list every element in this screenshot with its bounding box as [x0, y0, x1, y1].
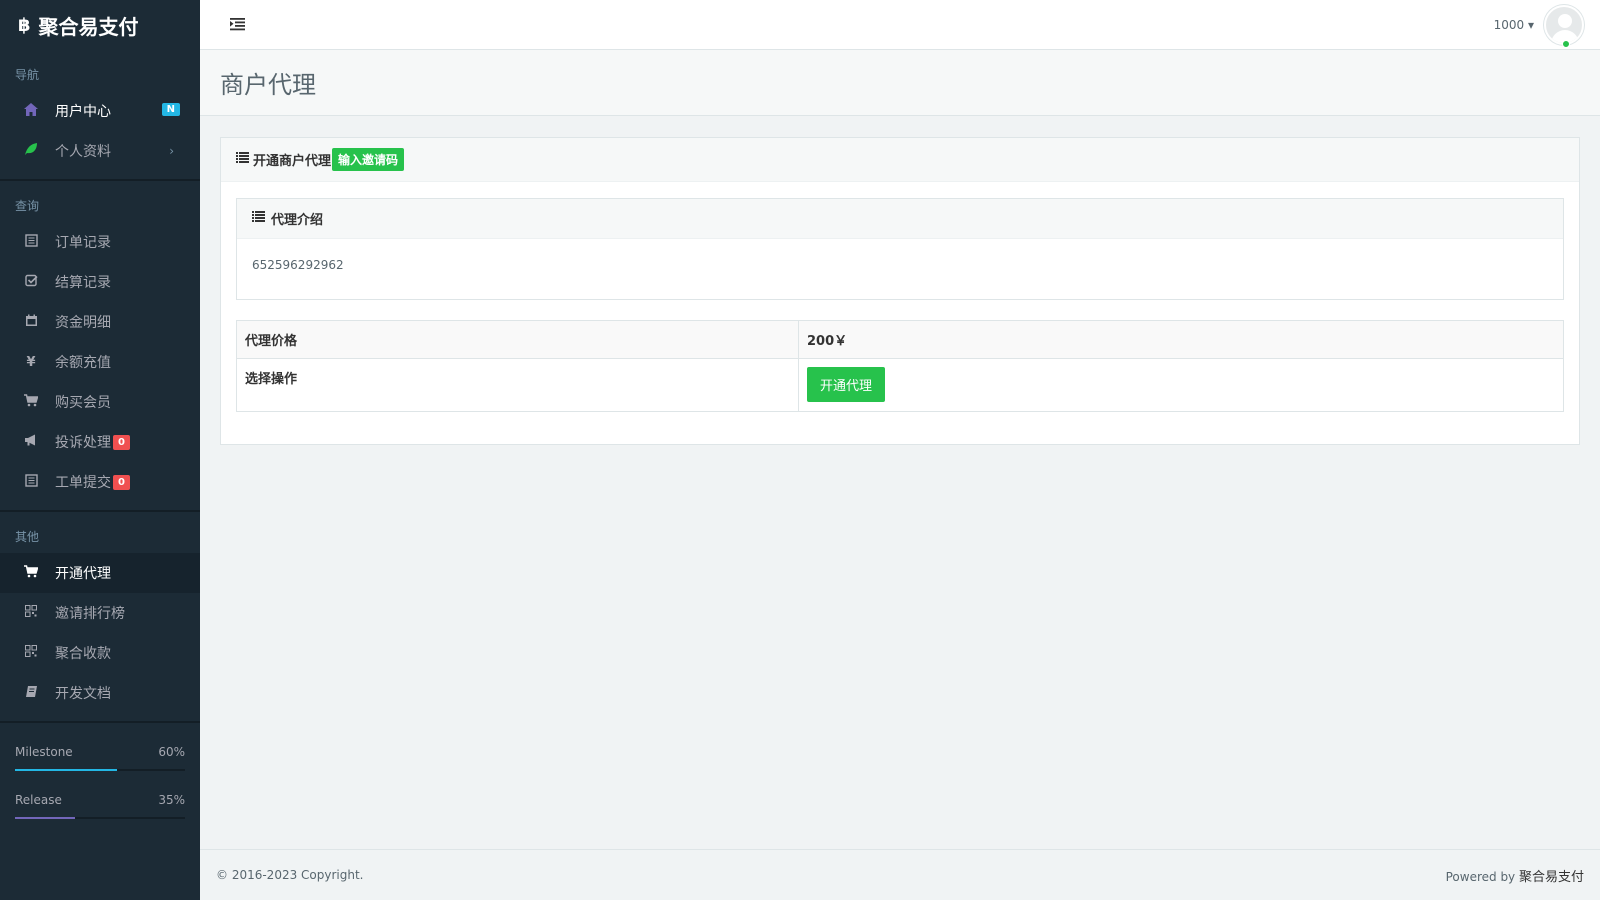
progress-release: Release 35%: [15, 793, 185, 807]
sidebar-item-agent[interactable]: 开通代理: [0, 553, 200, 593]
sidebar-item-orders[interactable]: 订单记录: [0, 222, 200, 262]
sidebar-item-label: 投诉处理: [55, 435, 111, 451]
sidebar-item-settlement[interactable]: 结算记录: [0, 262, 200, 302]
progress-milestone: Milestone 60%: [15, 745, 185, 759]
table-row: 代理价格 200￥: [236, 320, 1564, 359]
bullhorn-icon: [22, 434, 40, 450]
intro-title: 代理介绍: [271, 213, 324, 228]
agent-panel: 开通商户代理 输入邀请码 代理介绍 652596292962 代理价格 200￥…: [220, 137, 1580, 445]
cart-icon: [22, 564, 40, 582]
sidebar: ฿ 聚合易支付 导航 用户中心 N 个人资料 › 查询 订单记录 结算记录 资金…: [0, 0, 200, 900]
progress-label: Milestone: [15, 745, 73, 759]
sidebar-item-label: 用户中心: [55, 104, 111, 120]
progress-label: Release: [15, 793, 62, 807]
progress-percent: 35%: [158, 793, 185, 807]
menu-toggle-icon[interactable]: [230, 16, 246, 35]
yen-icon: ¥: [26, 354, 36, 370]
progress-fill: [15, 817, 75, 819]
nav-section-header: 其他: [15, 530, 40, 544]
list-icon: [252, 211, 265, 226]
qrcode-icon: [22, 645, 40, 661]
user-name-text: 1000: [1493, 18, 1525, 32]
invite-code-button[interactable]: 输入邀请码: [332, 148, 405, 171]
intro-heading: 代理介绍: [237, 199, 1563, 239]
count-badge: 0: [113, 434, 130, 450]
user-menu[interactable]: 1000 ▾: [1494, 5, 1584, 48]
sidebar-item-membership[interactable]: 购买会员: [0, 382, 200, 422]
avatar[interactable]: [1544, 5, 1584, 45]
sidebar-item-label: 个人资料: [55, 144, 111, 160]
footer: © 2016-2023 Copyright. Powered by 聚合易支付: [200, 849, 1600, 900]
open-agent-button[interactable]: 开通代理: [807, 367, 886, 402]
count-badge: 0: [113, 474, 130, 490]
bitcoin-logo-icon: ฿: [18, 14, 31, 36]
sidebar-item-label: 购买会员: [55, 395, 111, 411]
list-icon: [22, 473, 40, 491]
intro-panel: 代理介绍 652596292962: [236, 198, 1564, 300]
sidebar-item-profile[interactable]: 个人资料 ›: [0, 131, 200, 171]
sidebar-item-label: 资金明细: [55, 315, 111, 331]
sidebar-item-label: 订单记录: [55, 235, 111, 251]
panel-title: 开通商户代理: [253, 154, 332, 169]
nav-section-header: 查询: [15, 199, 40, 213]
chevron-right-icon: ›: [169, 144, 174, 158]
top-bar: 1000 ▾: [200, 0, 1600, 50]
page-header: 商户代理: [200, 50, 1600, 116]
avatar-head: [1558, 14, 1572, 28]
powered-prefix: Powered by: [1445, 869, 1519, 884]
powered-by: Powered by 聚合易支付: [1446, 866, 1584, 885]
sidebar-item-aggregate[interactable]: 聚合收款: [0, 633, 200, 673]
sidebar-item-label: 余额充值: [55, 355, 111, 371]
sidebar-item-docs[interactable]: 开发文档: [0, 673, 200, 713]
brand-name: 聚合易支付: [38, 14, 139, 39]
list-icon: [236, 152, 249, 167]
divider: [0, 721, 200, 723]
action-cell: 开通代理: [798, 358, 1564, 412]
price-label: 代理价格: [236, 320, 799, 359]
copyright: © 2016-2023 Copyright.: [216, 868, 364, 882]
new-badge: N: [161, 103, 180, 116]
sidebar-item-tickets[interactable]: 工单提交 0: [0, 462, 200, 502]
calendar-icon: [22, 314, 40, 331]
sidebar-item-label: 结算记录: [55, 275, 111, 291]
progress-percent: 60%: [158, 745, 185, 759]
home-icon: [22, 102, 40, 120]
list-icon: [22, 233, 40, 251]
sidebar-item-label: 开发文档: [55, 686, 111, 702]
progress-bar: [15, 817, 185, 819]
cart-icon: [22, 393, 40, 411]
nav-section-header: 导航: [15, 68, 40, 82]
sidebar-item-user-center[interactable]: 用户中心 N: [0, 91, 200, 131]
progress-fill: [15, 769, 117, 771]
sidebar-item-label: 聚合收款: [55, 646, 111, 662]
powered-brand: 聚合易支付: [1518, 869, 1584, 885]
qrcode-icon: [22, 605, 40, 621]
brand[interactable]: ฿ 聚合易支付: [0, 0, 200, 50]
sidebar-item-recharge[interactable]: ¥ 余额充值: [0, 342, 200, 382]
check-square-icon: [22, 274, 40, 291]
sidebar-item-invite-rank[interactable]: 邀请排行榜: [0, 593, 200, 633]
action-label: 选择操作: [236, 358, 799, 412]
agent-table: 代理价格 200￥ 选择操作 开通代理: [236, 320, 1564, 412]
sidebar-item-funds[interactable]: 资金明细: [0, 302, 200, 342]
online-status-dot: [1562, 40, 1570, 48]
progress-bar: [15, 769, 185, 771]
sidebar-item-label: 开通代理: [55, 566, 111, 582]
sidebar-item-complaints[interactable]: 投诉处理 0: [0, 422, 200, 462]
caret-down-icon: ▾: [1527, 18, 1534, 32]
leaf-icon: [22, 142, 40, 160]
user-name[interactable]: 1000 ▾: [1494, 18, 1534, 32]
panel-heading: 开通商户代理 输入邀请码: [221, 138, 1579, 182]
book-icon: [22, 685, 40, 702]
price-value: 200￥: [798, 320, 1564, 359]
sidebar-item-label: 邀请排行榜: [55, 606, 125, 622]
table-row: 选择操作 开通代理: [236, 358, 1564, 412]
page-title: 商户代理: [220, 71, 316, 99]
sidebar-item-label: 工单提交: [55, 475, 111, 491]
progress-block: Milestone 60% Release 35%: [0, 745, 200, 819]
intro-body: 652596292962: [252, 258, 344, 272]
